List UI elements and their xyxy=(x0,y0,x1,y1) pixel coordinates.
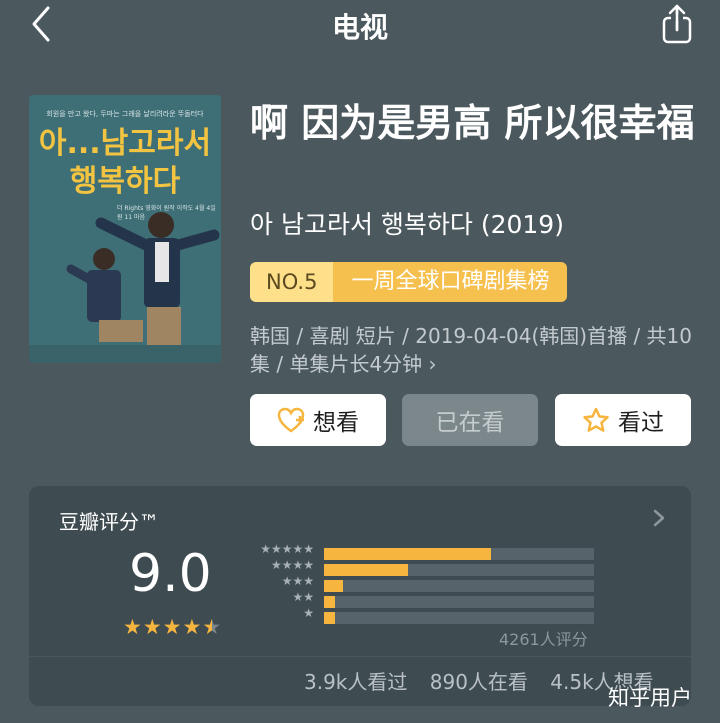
rating-row-stars: ★★★★ xyxy=(270,558,314,572)
rating-star-icon: ★ xyxy=(162,615,183,639)
watermark: 知乎用户 xyxy=(608,686,692,710)
rating-panel[interactable]: 豆瓣评分™ 9.0 ★★★★★ ★★★★★ ★★★★ ★★★ ★★ ★ 4261人评分 … xyxy=(29,486,691,706)
rating-distribution-row: ★ xyxy=(244,606,604,626)
poster-figures-illustration xyxy=(29,212,221,363)
rank-badge[interactable]: NO.5 一周全球口碑剧集榜 xyxy=(250,262,568,302)
watching-button[interactable]: 已在看 xyxy=(402,394,538,446)
rating-bar-track xyxy=(324,564,594,576)
rating-star-icon: ★ xyxy=(123,615,143,639)
rating-bar-track xyxy=(324,580,594,592)
show-title-chinese: 啊 因为是男高 所以很幸福 xyxy=(250,101,695,145)
page-title: 电视 xyxy=(331,11,388,44)
rating-stars: ★★★★★ xyxy=(123,615,222,639)
rating-row-stars: ★★ xyxy=(292,590,314,604)
divider xyxy=(29,656,691,657)
share-button[interactable] xyxy=(656,2,698,46)
rating-bar-fill xyxy=(324,580,343,592)
rating-bar-track xyxy=(324,548,594,560)
rating-bar-track xyxy=(324,612,594,624)
watching-count: 890人在看 xyxy=(429,670,528,694)
rating-title: 豆瓣评分™ xyxy=(59,510,159,534)
rating-row-stars: ★ xyxy=(303,606,314,620)
watched-count: 3.9k人看过 xyxy=(304,670,408,694)
rating-star-icon: ★ xyxy=(202,615,223,639)
rating-bar-fill xyxy=(324,596,335,608)
rating-bar-track xyxy=(324,596,594,608)
star-outline-icon xyxy=(583,407,609,432)
share-icon xyxy=(662,4,692,44)
poster-image[interactable]: 회원을 만고 왔다, 두마는 그래을 날리려라운 뚜돌터다 아...남고라서 행… xyxy=(29,95,221,363)
watched-label: 看过 xyxy=(618,410,664,436)
show-title-original: 아 남고라서 행복하다 (2019) xyxy=(250,210,564,239)
rating-row-stars: ★★★ xyxy=(281,574,314,588)
rating-bar-fill xyxy=(324,548,492,560)
rating-row-stars: ★★★★★ xyxy=(260,542,314,556)
rating-star-icon: ★ xyxy=(142,615,163,639)
want-to-watch-button[interactable]: 想看 xyxy=(250,394,386,446)
rating-score: 9.0 xyxy=(129,544,212,604)
watched-button[interactable]: 看过 xyxy=(555,394,691,446)
top-bar: 电视 xyxy=(0,0,720,50)
rating-star-icon: ★ xyxy=(182,615,203,639)
chevron-right-icon[interactable] xyxy=(649,506,669,530)
rating-bar-fill xyxy=(324,564,408,576)
show-meta-info[interactable]: 韩国 / 喜剧 短片 / 2019-04-04(韩国)首播 / 共10集 / 单… xyxy=(250,322,700,378)
heart-plus-icon xyxy=(277,407,305,433)
rank-list-name: 一周全球口碑剧集榜 xyxy=(333,262,568,302)
want-label: 想看 xyxy=(313,410,359,436)
watching-label: 已在看 xyxy=(435,410,505,436)
rating-count: 4261人评分 xyxy=(499,630,588,649)
rating-bar-fill xyxy=(324,612,335,624)
rank-number: NO.5 xyxy=(250,262,334,302)
